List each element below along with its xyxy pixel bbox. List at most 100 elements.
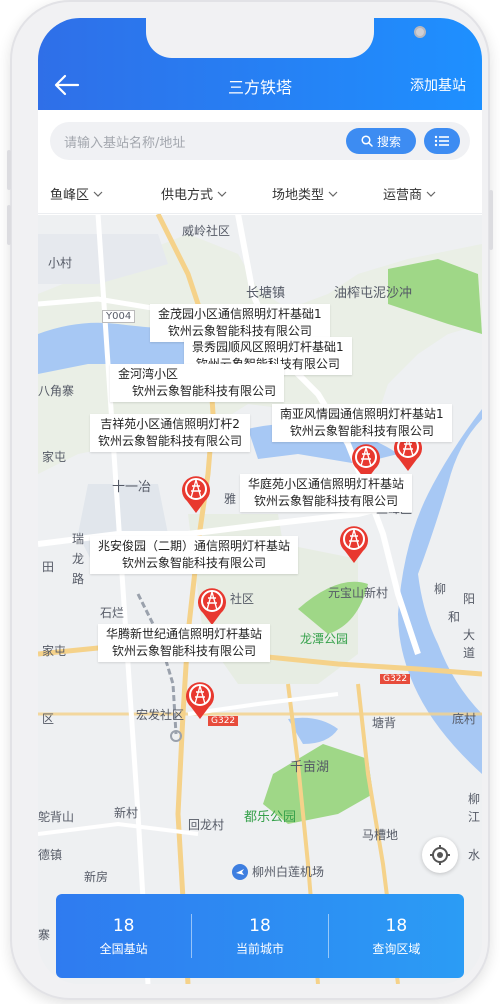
station-label[interactable]: 华腾新世纪通信照明灯杆基站 钦州云象智能科技有限公司 bbox=[98, 624, 271, 662]
map-place-label: 德镇 bbox=[38, 848, 63, 862]
station-name: 华腾新世纪通信照明灯杆基站 bbox=[106, 627, 263, 641]
chevron-down-icon bbox=[328, 191, 338, 197]
station-label[interactable]: 华庭苑小区通信照明灯杆基站 钦州云象智能科技有限公司 bbox=[240, 474, 413, 512]
map-place-label: 雅 bbox=[224, 492, 237, 506]
station-pin[interactable] bbox=[196, 586, 228, 626]
map-place-label: 八角寨 bbox=[38, 384, 75, 398]
map-place-label: 塘背 bbox=[372, 716, 397, 730]
map-place-label: 宏发社区 bbox=[136, 708, 185, 722]
search-bar-area: 请输入基站名称/地址 搜索 bbox=[38, 110, 482, 172]
station-company: 钦州云象智能科技有限公司 bbox=[254, 494, 399, 508]
map-place-label: 龙 bbox=[72, 552, 85, 566]
locate-button[interactable] bbox=[422, 837, 458, 873]
stat-city: 18 当前城市 bbox=[192, 916, 327, 957]
map-place-label: 龙潭公园 bbox=[300, 632, 349, 646]
map-place-label: 社区 bbox=[230, 592, 255, 606]
map-place-label: 新村 bbox=[114, 806, 139, 820]
add-station-button[interactable]: 添加基站 bbox=[410, 75, 466, 95]
map-place-label: 石烂 bbox=[100, 606, 125, 620]
map-place-label: 寨 bbox=[38, 928, 51, 942]
airport-label: 柳州白莲机场 bbox=[232, 863, 324, 880]
chevron-down-icon bbox=[217, 191, 227, 197]
map-place-label: 小村 bbox=[48, 256, 73, 270]
station-pin[interactable] bbox=[180, 474, 212, 514]
station-company: 钦州云象智能科技有限公司 bbox=[132, 384, 277, 398]
map-place-label: 和 bbox=[448, 610, 461, 624]
map-place-label: 威岭社区 bbox=[182, 224, 231, 238]
chevron-down-icon bbox=[93, 191, 103, 197]
station-name: 华庭苑小区通信照明灯杆基站 bbox=[248, 477, 405, 491]
map-place-label: 柳 bbox=[434, 582, 447, 596]
crosshair-icon bbox=[430, 845, 450, 865]
filter-operator-label: 运营商 bbox=[383, 188, 423, 203]
search-button-label: 搜索 bbox=[376, 134, 401, 149]
map-road-label: G322 bbox=[380, 674, 411, 684]
station-pin[interactable] bbox=[184, 680, 216, 720]
map-place-label: 回龙村 bbox=[188, 818, 225, 832]
filter-district[interactable]: 鱼峰区 bbox=[50, 184, 103, 203]
chevron-down-icon bbox=[426, 191, 436, 197]
stat-national: 18 全国基站 bbox=[56, 916, 191, 957]
station-name: 金茂园小区通信照明灯杆基础1 bbox=[158, 307, 322, 321]
camera-icon bbox=[414, 26, 426, 38]
map-place-label: 家屯 bbox=[42, 644, 67, 658]
station-label[interactable]: 金河湾小区 钦州云象智能科技有限公司 bbox=[110, 364, 285, 402]
phone-notch bbox=[146, 18, 426, 58]
station-name: 金河湾小区 bbox=[118, 367, 179, 381]
station-label[interactable]: 吉祥苑小区通信照明灯杆2 钦州云象智能科技有限公司 bbox=[90, 414, 251, 452]
filter-site-type[interactable]: 场地类型 bbox=[272, 184, 338, 203]
app-header: 三方铁塔 添加基站 bbox=[38, 18, 482, 110]
list-icon bbox=[434, 135, 449, 147]
map-place-label: 元宝山新村 bbox=[328, 586, 389, 600]
station-name: 吉祥苑小区通信照明灯杆2 bbox=[100, 417, 240, 431]
station-company: 钦州云象智能科技有限公司 bbox=[112, 644, 257, 658]
stat-label: 当前城市 bbox=[235, 941, 284, 956]
stat-value: 18 bbox=[385, 915, 408, 936]
filter-power-label: 供电方式 bbox=[161, 188, 214, 203]
station-company: 钦州云象智能科技有限公司 bbox=[289, 424, 434, 438]
filter-site-type-label: 场地类型 bbox=[272, 188, 325, 203]
map-place-label: 油榨屯泥沙冲 bbox=[334, 286, 413, 301]
volume-up-button bbox=[7, 150, 11, 190]
map-place-label: 新房 bbox=[84, 870, 109, 884]
list-view-button[interactable] bbox=[424, 128, 460, 154]
filter-district-label: 鱼峰区 bbox=[50, 188, 90, 203]
power-button bbox=[489, 190, 493, 250]
station-label[interactable]: 兆安俊园（二期）通信照明灯杆基站 钦州云象智能科技有限公司 bbox=[90, 536, 299, 574]
stat-area: 18 查询区域 bbox=[329, 916, 464, 957]
map-place-label: 水 bbox=[468, 848, 481, 862]
search-button[interactable]: 搜索 bbox=[346, 128, 416, 154]
map-place-label: 家屯 bbox=[42, 450, 67, 464]
station-company: 钦州云象智能科技有限公司 bbox=[98, 434, 243, 448]
airplane-icon bbox=[232, 863, 248, 880]
filter-operator[interactable]: 运营商 bbox=[383, 184, 436, 203]
map-place-label: 阳 bbox=[463, 592, 476, 606]
phone-frame: 三方铁塔 添加基站 请输入基站名称/地址 搜索 鱼峰区 供电方式 场地类型 运营… bbox=[7, 0, 493, 1000]
app-screen: 三方铁塔 添加基站 请输入基站名称/地址 搜索 鱼峰区 供电方式 场地类型 运营… bbox=[38, 18, 482, 984]
map-place-label: 马槽地 bbox=[362, 828, 399, 842]
map-road-label: Y004 bbox=[102, 310, 136, 323]
map-place-label: 千亩湖 bbox=[290, 760, 330, 775]
station-pin[interactable] bbox=[338, 524, 370, 564]
station-name: 景秀园顺风区照明灯杆基础1 bbox=[192, 340, 344, 354]
station-name: 兆安俊园（二期）通信照明灯杆基站 bbox=[98, 539, 291, 553]
map-place-label: 长塘镇 bbox=[246, 286, 286, 301]
station-label[interactable]: 南亚风情园通信照明灯杆基站1 钦州云象智能科技有限公司 bbox=[272, 404, 452, 442]
map-place-label: 道 bbox=[463, 646, 476, 660]
airport-name: 柳州白莲机场 bbox=[252, 865, 325, 879]
stats-panel: 18 全国基站 18 当前城市 18 查询区域 bbox=[56, 894, 464, 978]
map-view[interactable]: 威岭社区 小村 长塘镇 油榨屯泥沙冲 Y004 八角寨 家屯 十一冶 雅 瑞 龙… bbox=[38, 214, 482, 984]
map-place-label: 鸵背山 bbox=[38, 810, 75, 824]
map-place-label: 田 bbox=[42, 560, 55, 574]
volume-down-button bbox=[7, 205, 11, 245]
map-place-label: 十一冶 bbox=[112, 480, 152, 495]
map-place-label: 都乐公园 bbox=[244, 810, 297, 825]
stat-label: 查询区域 bbox=[372, 941, 421, 956]
stat-label: 全国基站 bbox=[99, 941, 148, 956]
filter-bar: 鱼峰区 供电方式 场地类型 运营商 bbox=[38, 172, 482, 214]
filter-power[interactable]: 供电方式 bbox=[161, 184, 227, 203]
map-place-label: 江 bbox=[468, 810, 481, 824]
station-name: 南亚风情园通信照明灯杆基站1 bbox=[280, 407, 444, 421]
stat-value: 18 bbox=[112, 915, 135, 936]
search-input[interactable]: 请输入基站名称/地址 搜索 bbox=[50, 122, 470, 160]
